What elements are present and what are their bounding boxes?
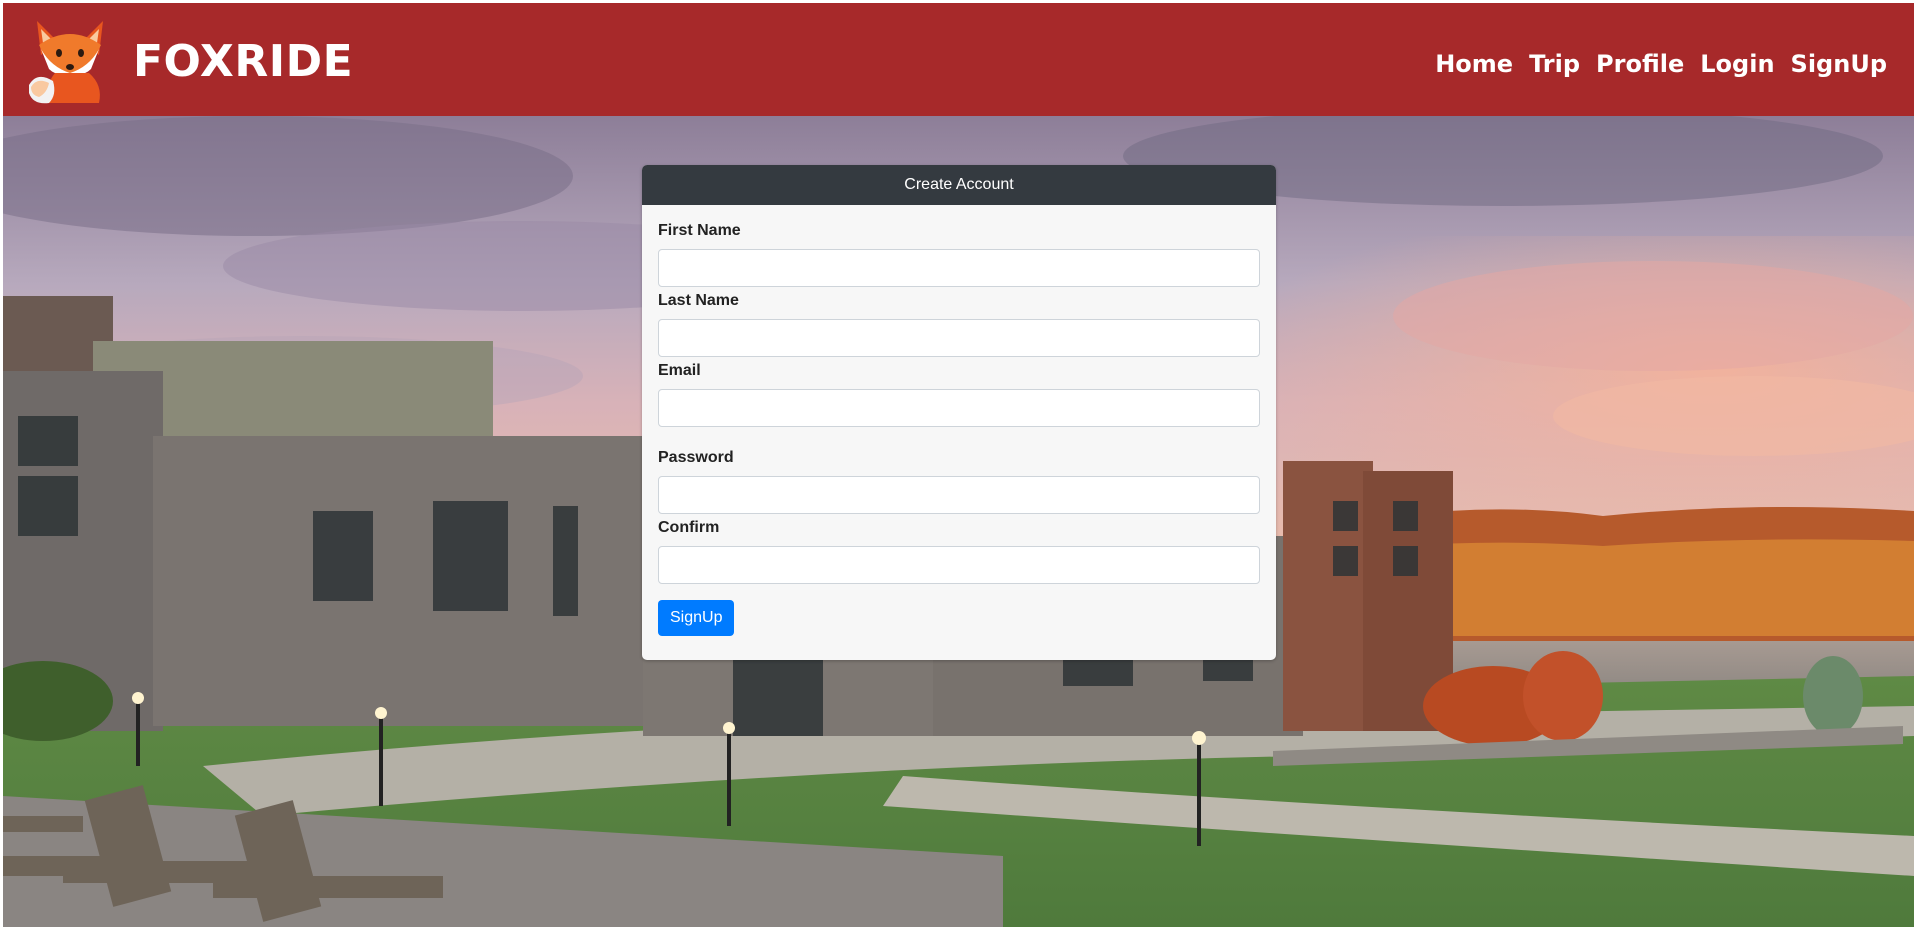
password-label: Password [658,449,734,466]
brand-name: FOXRIDE [133,36,354,87]
brand[interactable]: FOXRIDE [27,15,353,105]
last-name-label: Last Name [658,292,739,309]
confirm-password-label: Confirm [658,519,720,536]
first-name-label: First Name [658,222,741,239]
nav-link-profile[interactable]: Profile [1596,50,1684,78]
card-header: Create Account [642,165,1276,205]
signup-form: First Name Last Name Email Password Conf… [642,205,1276,636]
first-name-input[interactable] [658,249,1260,287]
navbar: FOXRIDE Home Trip Profile Login SignUp [3,3,1914,116]
nav-link-login[interactable]: Login [1700,50,1774,78]
nav-link-trip[interactable]: Trip [1529,50,1580,78]
password-input[interactable] [658,476,1260,514]
signup-button[interactable]: SignUp [658,600,735,636]
confirm-password-input[interactable] [658,546,1260,584]
email-input[interactable] [658,389,1260,427]
nav-link-signup[interactable]: SignUp [1791,50,1887,78]
nav-link-home[interactable]: Home [1435,50,1513,78]
nav-links: Home Trip Profile Login SignUp [1435,50,1887,78]
last-name-input[interactable] [658,319,1260,357]
fox-logo-icon [27,15,113,105]
app-frame: FOXRIDE Home Trip Profile Login SignUp C… [3,3,1914,927]
email-label: Email [658,362,701,379]
create-account-card: Create Account First Name Last Name Emai… [642,165,1276,660]
